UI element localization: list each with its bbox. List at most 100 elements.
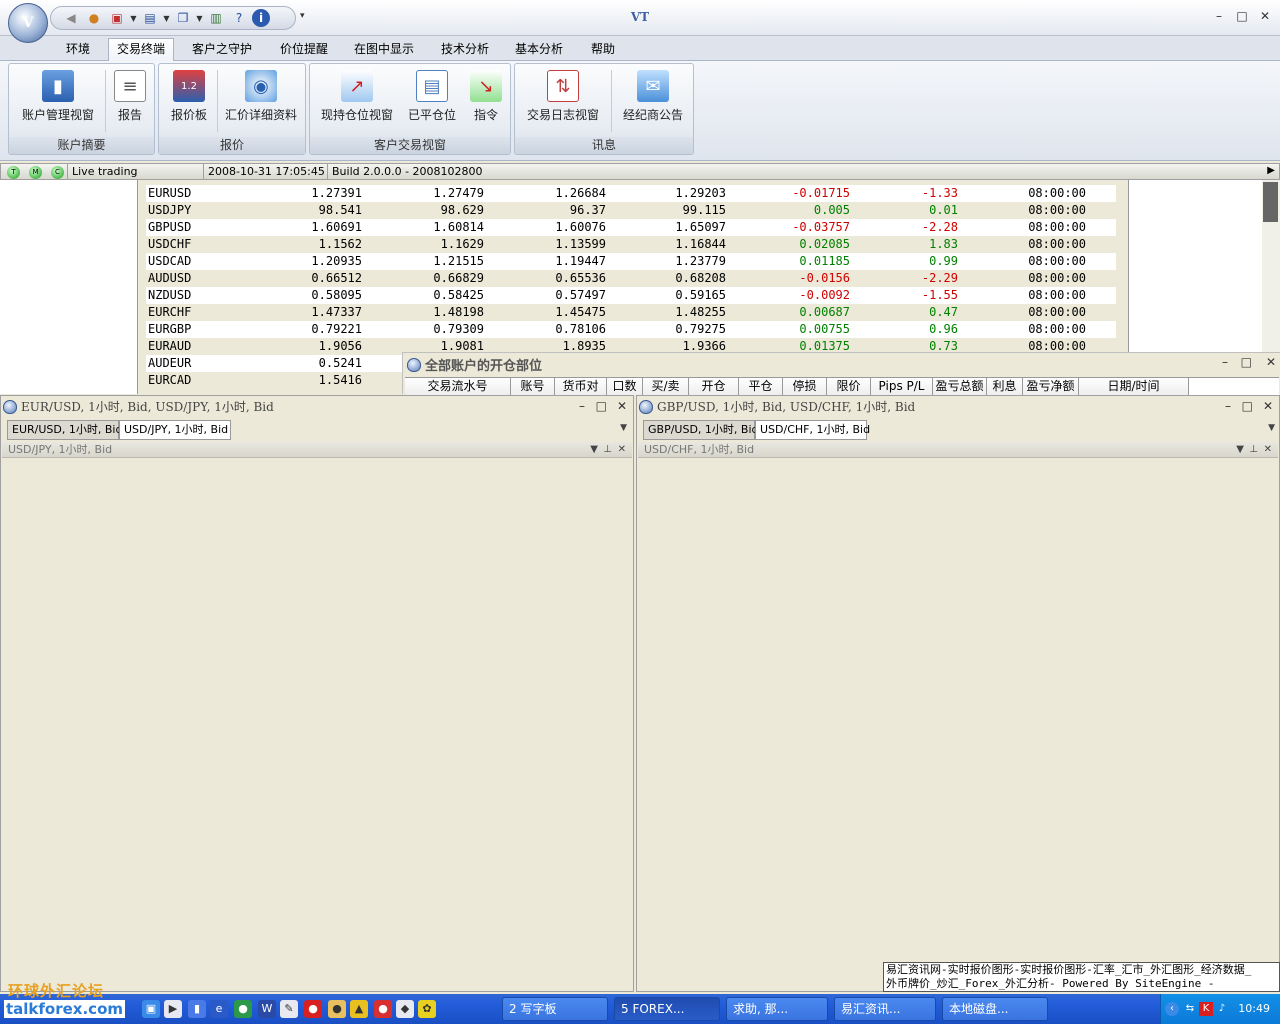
minimize-button[interactable]: – — [1210, 9, 1228, 25]
volume-icon[interactable]: ♪ — [1215, 1002, 1229, 1016]
close-icon[interactable]: ✕ — [1266, 355, 1276, 369]
quote-row[interactable]: USDCHF 1.1562 1.1629 1.13599 1.16844 0.02085 1… — [146, 236, 1116, 253]
tab-gbpusd-chart[interactable]: GBP/USD, 1小时, Bid — [643, 420, 758, 440]
close-button[interactable]: ✕ — [1256, 9, 1274, 25]
tray-expand-icon[interactable]: ‹ — [1165, 1002, 1179, 1016]
quote-symbol: EURUSD — [148, 186, 192, 200]
tab-usdjpy-chart[interactable]: USD/JPY, 1小时, Bid — [119, 420, 231, 440]
tab-usdchf-chart[interactable]: USD/CHF, 1小时, Bid — [755, 420, 870, 440]
ribbon-group-quotes: 1.2 报价板 ◉ 汇价详细资料 报价 — [158, 63, 306, 155]
quote-bid: 0.58095 — [311, 288, 362, 302]
warning-icon[interactable]: ▲ — [350, 1000, 368, 1018]
positions-column-header[interactable]: 开仓 — [689, 378, 739, 395]
close-icon[interactable]: ✕ — [617, 399, 627, 413]
quote-change: 0.005 — [813, 203, 850, 217]
globe-icon[interactable]: ● — [234, 1000, 252, 1018]
quote-row[interactable]: USDCAD 1.20935 1.21515 1.19447 1.23779 0.0118… — [146, 253, 1116, 270]
taskbar-forex[interactable]: 5 FOREX... — [614, 997, 720, 1021]
tab-help[interactable]: 帮助 — [583, 40, 623, 61]
positions-column-header[interactable]: 利息 — [987, 378, 1023, 395]
taskbar-local-disk[interactable]: 本地磁盘... — [942, 997, 1048, 1021]
mushroom-icon[interactable]: ● — [374, 1000, 392, 1018]
tab-environment[interactable]: 环境 — [58, 40, 98, 61]
taskbar-yihui-ie[interactable]: 易汇资讯... — [834, 997, 936, 1021]
quote-pct: 1.83 — [929, 237, 958, 251]
show-desktop-icon[interactable]: ▣ — [142, 1000, 160, 1018]
minimize-icon[interactable]: – — [579, 399, 585, 413]
chart-pane-right: GBP/USD, 1小时, Bid, USD/CHF, 1小时, Bid – □… — [636, 395, 1280, 992]
positions-column-header[interactable]: 口数 — [607, 378, 643, 395]
quote-row[interactable]: EURGBP 0.79221 0.79309 0.78106 0.79275 0.0075… — [146, 321, 1116, 338]
quote-scrollbar-thumb[interactable] — [1263, 182, 1278, 222]
open-positions-button[interactable]: ↗ 现持仓位视窗 — [316, 68, 398, 134]
quote-board-button[interactable]: 1.2 报价板 — [163, 68, 215, 134]
positions-column-header[interactable]: 日期/时间 — [1079, 378, 1189, 395]
tab-technical-analysis[interactable]: 技术分析 — [433, 40, 497, 61]
tab-client-guard[interactable]: 客户之守护 — [184, 40, 260, 61]
positions-column-header[interactable]: 停损 — [783, 378, 827, 395]
tab-show-in-chart[interactable]: 在图中显示 — [346, 40, 422, 61]
close-icon[interactable]: ✕ — [1263, 399, 1273, 413]
maximize-icon[interactable]: □ — [1242, 399, 1253, 413]
tab-price-alert[interactable]: 价位提醒 — [272, 40, 336, 61]
rate-details-button[interactable]: ◉ 汇价详细资料 — [219, 68, 303, 134]
account-manager-button[interactable]: ▮ 账户管理视窗 — [15, 68, 101, 134]
minimize-icon[interactable]: – — [1225, 399, 1231, 413]
positions-column-header[interactable]: 账号 — [511, 378, 555, 395]
pin-icon[interactable]: ⊥ — [1249, 442, 1258, 458]
notepad-icon[interactable]: ✎ — [280, 1000, 298, 1018]
quote-row[interactable]: USDJPY 98.541 98.629 96.37 99.115 0.005 0.01 08… — [146, 202, 1116, 219]
quote-row[interactable]: NZDUSD 0.58095 0.58425 0.57497 0.59165 -0.009… — [146, 287, 1116, 304]
closed-positions-button[interactable]: ▤ 已平仓位 — [404, 68, 460, 134]
quote-row[interactable]: AUDUSD 0.66512 0.66829 0.65536 0.68208 -0.015… — [146, 270, 1116, 287]
network-icon[interactable]: ⇆ — [1183, 1002, 1197, 1016]
quote-bid: 0.5241 — [318, 356, 362, 370]
file-icon[interactable]: ▮ — [188, 1000, 206, 1018]
penguin-icon[interactable]: ● — [328, 1000, 346, 1018]
trade-log-button[interactable]: ⇅ 交易日志视窗 — [521, 68, 605, 134]
positions-column-header[interactable]: Pips P/L — [871, 378, 933, 395]
word-icon[interactable]: W — [258, 1000, 276, 1018]
dropdown-arrow-icon[interactable]: ▼ — [1236, 442, 1244, 458]
tab-list-dropdown-icon[interactable]: ▼ — [620, 423, 627, 433]
tab-list-dropdown-icon[interactable]: ▼ — [1268, 423, 1275, 433]
media-player-icon[interactable]: ▶ — [164, 1000, 182, 1018]
quote-row[interactable]: EURCHF 1.47337 1.48198 1.45475 1.48255 0.0068… — [146, 304, 1116, 321]
close-icon[interactable]: ✕ — [618, 442, 626, 458]
flower-icon[interactable]: ✿ — [418, 1000, 436, 1018]
positions-column-header[interactable]: 平仓 — [739, 378, 783, 395]
taskbar-wordpad[interactable]: 2 写字板 — [502, 997, 608, 1021]
antivirus-icon[interactable]: K — [1199, 1002, 1213, 1016]
positions-column-header[interactable]: 货币对 — [555, 378, 607, 395]
news-ticker[interactable]: 易汇资讯网-实时报价图形-实时报价图形-汇率_汇市_外汇图形_经济数据_ 外币牌… — [883, 962, 1280, 992]
chevron-right-icon[interactable]: ▶ — [1267, 165, 1275, 176]
close-icon[interactable]: ✕ — [1264, 442, 1272, 458]
tab-eurusd-chart[interactable]: EUR/USD, 1小时, Bid — [7, 420, 122, 440]
quote-row[interactable]: EURUSD 1.27391 1.27479 1.26684 1.29203 -0.017… — [146, 185, 1116, 202]
maximize-icon[interactable]: □ — [596, 399, 607, 413]
quote-ask: 1.48198 — [433, 305, 484, 319]
app-menu-button[interactable]: V — [8, 3, 48, 43]
ball-icon[interactable]: ● — [304, 1000, 322, 1018]
positions-column-header[interactable]: 盈亏总额 — [933, 378, 987, 395]
tab-fundamental-analysis[interactable]: 基本分析 — [507, 40, 571, 61]
positions-column-header[interactable]: 买/卖 — [643, 378, 689, 395]
report-button[interactable]: ≡ 报告 — [111, 68, 149, 134]
broker-notice-button[interactable]: ✉ 经纪商公告 — [617, 68, 689, 134]
maximize-icon[interactable]: □ — [1241, 355, 1252, 369]
pin-icon[interactable]: ⊥ — [603, 442, 612, 458]
quote-row[interactable]: GBPUSD 1.60691 1.60814 1.60076 1.65097 -0.037… — [146, 219, 1116, 236]
positions-column-header[interactable]: 盈亏净额 — [1023, 378, 1079, 395]
maximize-button[interactable]: □ — [1233, 9, 1251, 25]
minimize-icon[interactable]: – — [1222, 355, 1228, 369]
taskbar-help-ie[interactable]: 求助, 那... — [726, 997, 828, 1021]
positions-column-header[interactable]: 交易流水号 — [405, 378, 511, 395]
positions-column-header[interactable]: 限价 — [827, 378, 871, 395]
ie-shortcut-icon[interactable]: e — [210, 1000, 228, 1018]
orders-button[interactable]: ↘ 指令 — [464, 68, 508, 134]
tab-trading-terminal[interactable]: 交易终端 — [108, 38, 175, 62]
quote-high: 0.68208 — [675, 271, 726, 285]
app-shortcut-icon[interactable]: ◆ — [396, 1000, 414, 1018]
quote-symbol: NZDUSD — [148, 288, 192, 302]
dropdown-arrow-icon[interactable]: ▼ — [590, 442, 598, 458]
